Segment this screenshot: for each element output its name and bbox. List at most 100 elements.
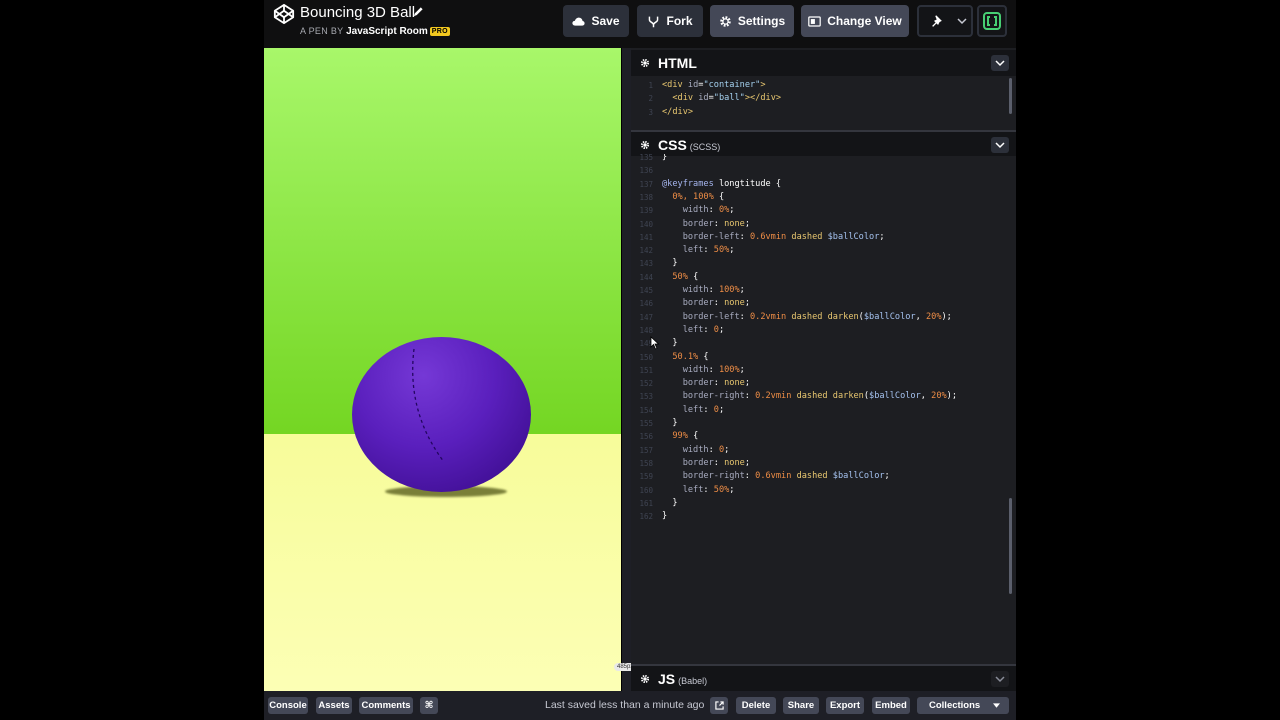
change-view-button[interactable]: Change View (801, 5, 909, 37)
css-code-line: 158 border: none; (631, 457, 1016, 470)
saved-status: Last saved less than a minute ago (545, 699, 705, 711)
css-editor-header[interactable]: CSS (SCSS) (631, 130, 1016, 156)
css-code-line: 138 0%, 100% { (631, 191, 1016, 204)
settings-button[interactable]: Settings (710, 5, 794, 37)
css-code-line: 151 width: 100%; (631, 364, 1016, 377)
js-editor-header[interactable]: JS (Babel) (631, 664, 1016, 691)
html-editor-menu-button[interactable] (991, 55, 1009, 71)
line-number: 161 (639, 498, 653, 508)
css-scrollbar[interactable] (1009, 498, 1012, 594)
code-text: 50% { (672, 271, 699, 282)
code-text: width: 100%; (682, 285, 745, 295)
code-text: border: none; (682, 378, 750, 389)
chevron-down-icon (995, 676, 1005, 683)
css-code-area[interactable]: 135} 136 137 @keyframes longtitude {138 0%,… (631, 154, 1016, 664)
css-code-line: 148 left: 0; (631, 324, 1016, 337)
line-number: 143 (639, 259, 653, 269)
cloud-icon (572, 17, 586, 26)
code-text: border-left: 0.6vmin dashed $ballColor; (682, 231, 885, 242)
keyboard-shortcuts-button[interactable]: ⌘ (420, 697, 438, 714)
author-link[interactable]: JavaScript Room (346, 26, 428, 37)
js-editor-menu-button[interactable] (991, 671, 1009, 687)
line-number: 151 (639, 365, 653, 375)
console-button[interactable]: Console (268, 697, 308, 714)
line-number: 157 (639, 445, 653, 455)
css-code-line: 139 width: 0%; (631, 204, 1016, 217)
css-editor-title: CSS (SCSS) (658, 137, 720, 153)
css-code-line: 155 } (631, 417, 1016, 430)
codepen-brackets-icon (983, 12, 1001, 30)
editor-panes: HTML 1 <div id="container"> 2 <div id="bal… (631, 48, 1016, 691)
chevron-down-icon (995, 142, 1005, 149)
code-text: } (662, 511, 668, 522)
pencil-icon[interactable] (413, 6, 424, 17)
pen-byline: A PEN BY JavaScript Room PRO (300, 26, 450, 37)
preview-resize-handle[interactable] (621, 48, 631, 691)
code-text: 50.1% { (672, 351, 709, 362)
fork-button[interactable]: Fork (637, 5, 703, 37)
share-button[interactable]: Share (783, 697, 819, 714)
code-text: width: 0; (682, 444, 730, 455)
code-text: width: 100%; (682, 364, 745, 375)
line-number: 158 (639, 458, 653, 468)
assets-button[interactable]: Assets (316, 697, 352, 714)
code-text: border-right: 0.2vmin dashed darken($bal… (682, 391, 958, 402)
code-text: border: none; (682, 457, 750, 468)
code-text: left: 50%; (682, 484, 735, 495)
pin-button[interactable] (917, 5, 973, 37)
line-number: 145 (639, 286, 653, 295)
html-code-area[interactable]: 1 <div id="container"> 2 <div id="ball"></… (631, 78, 1016, 126)
gear-icon[interactable] (640, 140, 650, 150)
bouncing-ball (352, 337, 531, 492)
header: Bouncing 3D Ball A PEN BY JavaScript Roo… (264, 0, 1016, 48)
css-code-line: 143 } (631, 257, 1016, 270)
chevron-down-icon[interactable] (957, 17, 967, 25)
css-code-line: 156 99% { (631, 430, 1016, 443)
line-number: 148 (639, 325, 653, 335)
html-editor-header[interactable]: HTML (631, 50, 1016, 76)
collections-button[interactable]: Collections (917, 697, 1009, 714)
line-number: 153 (639, 392, 653, 402)
footer-bar: Console Assets Comments ⌘ Last saved les… (264, 691, 1016, 720)
line-number: 162 (639, 512, 653, 522)
comments-button[interactable]: Comments (359, 697, 413, 714)
line-number: 156 (639, 432, 653, 442)
gear-icon[interactable] (640, 58, 650, 68)
delete-button[interactable]: Delete (736, 697, 776, 714)
line-number: 155 (639, 419, 653, 428)
js-title: JS (658, 671, 676, 687)
css-code-line: 135} (631, 154, 1016, 164)
codepen-account-button[interactable] (977, 5, 1007, 37)
css-code-line: 162} (631, 510, 1016, 523)
code-text: } (662, 497, 678, 508)
pen-title[interactable]: Bouncing 3D Ball (300, 4, 415, 21)
save-button[interactable]: Save (563, 5, 629, 37)
gear-icon (720, 15, 731, 27)
collections-label: Collections (929, 700, 981, 711)
export-button[interactable]: Export (826, 697, 864, 714)
codepen-logo-icon[interactable] (273, 3, 295, 25)
embed-button[interactable]: Embed (872, 697, 910, 714)
html-code-line: 1 <div id="container"> (631, 79, 1016, 92)
chevron-down-icon (995, 60, 1005, 67)
code-text: <div id="container"> (662, 80, 766, 90)
html-code-line: 3 </div> (631, 106, 1016, 119)
result-preview[interactable] (264, 48, 621, 691)
css-code-line: 144 50% { (631, 271, 1016, 284)
line-number: 136 (639, 166, 653, 176)
css-code-line: 152 border: none; (631, 377, 1016, 390)
byline-prefix: A PEN BY (300, 26, 344, 36)
save-label: Save (591, 14, 620, 28)
layout-icon (808, 15, 822, 27)
css-code-line: 145 width: 100%; (631, 284, 1016, 297)
open-new-window-button[interactable] (710, 697, 728, 714)
change-view-label: Change View (827, 14, 902, 28)
pin-icon (932, 14, 942, 27)
code-text: 99% { (672, 431, 699, 442)
css-code-line: 140 border: none; (631, 218, 1016, 231)
line-number: 141 (639, 232, 653, 242)
css-editor-menu-button[interactable] (991, 137, 1009, 153)
code-text: 0%, 100% { (672, 191, 725, 202)
gear-icon[interactable] (640, 674, 650, 684)
html-scrollbar[interactable] (1009, 78, 1012, 114)
